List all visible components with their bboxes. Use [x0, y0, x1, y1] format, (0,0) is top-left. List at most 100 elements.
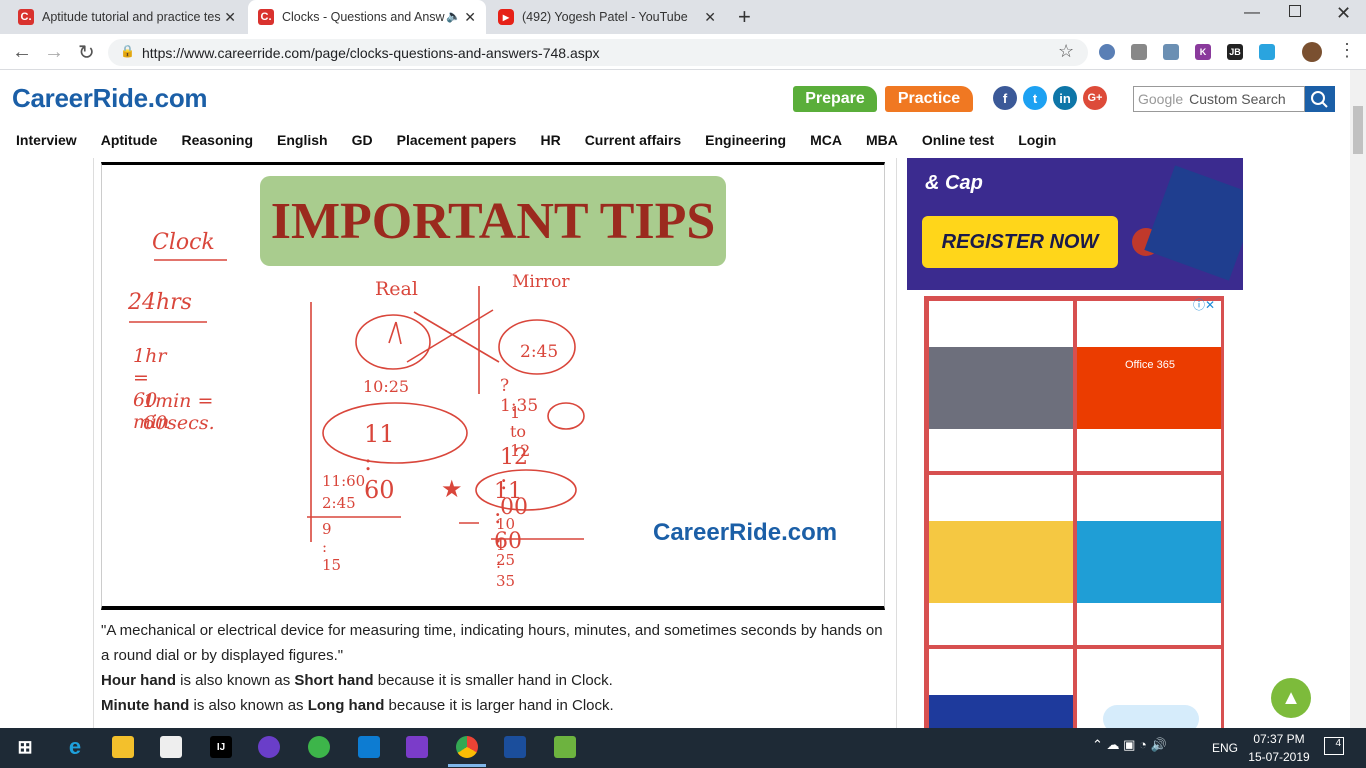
search-button[interactable]	[1305, 86, 1335, 112]
tab-clocks[interactable]: C. Clocks - Questions and Answ 🔈 ✕	[248, 0, 486, 34]
google-label: Google	[1138, 91, 1184, 107]
notification-center-icon[interactable]: 4	[1324, 737, 1344, 755]
nav-item-gd[interactable]: GD	[352, 132, 373, 148]
nav-item-reasoning[interactable]: Reasoning	[181, 132, 253, 148]
bold-term: Short hand	[294, 672, 374, 689]
scrollbar-thumb[interactable]	[1353, 106, 1363, 154]
firefox-icon[interactable]	[258, 736, 280, 758]
intellij-icon[interactable]: IJ	[210, 736, 232, 758]
line-text: because it is larger hand in Clock.	[384, 697, 614, 714]
bold-term: Long hand	[307, 697, 385, 714]
nav-item-online-test[interactable]: Online test	[922, 132, 994, 148]
speaker-icon[interactable]: 🔈	[446, 9, 461, 23]
search-input[interactable]: Google Custom Search	[1133, 86, 1305, 112]
active-app-indicator	[448, 764, 486, 767]
vscode-icon[interactable]	[358, 736, 380, 758]
nav-item-engineering[interactable]: Engineering	[705, 132, 786, 148]
google-plus-icon[interactable]: G+	[1083, 86, 1107, 110]
ad-tile[interactable]	[927, 647, 1075, 731]
twitter-icon[interactable]: t	[1023, 86, 1047, 110]
extension-icon[interactable]	[1163, 44, 1179, 60]
virtualbox-icon[interactable]	[554, 736, 576, 758]
extension-icon[interactable]	[1131, 44, 1147, 60]
file-explorer-icon[interactable]	[112, 736, 134, 758]
lock-icon: 🔒	[120, 44, 135, 58]
ad-image	[929, 695, 1073, 731]
extension-icon[interactable]	[1099, 44, 1115, 60]
search-placeholder: Custom Search	[1189, 91, 1286, 107]
nav-item-login[interactable]: Login	[1018, 132, 1056, 148]
close-window-icon[interactable]: ✕	[1336, 3, 1351, 24]
ad-banner[interactable]: & Cap REGISTER NOW	[907, 158, 1243, 290]
bold-term: Minute hand	[101, 697, 190, 714]
main-nav: Interview Aptitude Reasoning English GD …	[0, 126, 1350, 154]
address-bar[interactable]: 🔒 https://www.careerride.com/page/clocks…	[108, 39, 1088, 66]
minute-hand-line: Minute hand is also known as Long hand b…	[101, 693, 885, 718]
nav-item-mba[interactable]: MBA	[866, 132, 898, 148]
careerride-favicon-icon: C.	[18, 9, 34, 25]
linkedin-icon[interactable]: in	[1053, 86, 1077, 110]
register-now-button[interactable]: REGISTER NOW	[922, 216, 1118, 268]
ad-tile[interactable]: Office 365	[1075, 299, 1223, 473]
minimize-icon[interactable]: —	[1244, 4, 1260, 22]
clock-time[interactable]: 07:37 PM	[1249, 732, 1309, 746]
avatar[interactable]	[1302, 42, 1322, 62]
hour-hand-line: Hour hand is also known as Short hand be…	[101, 668, 885, 693]
careerride-favicon-icon: C.	[258, 9, 274, 25]
new-tab-icon[interactable]: +	[738, 4, 751, 30]
clock-date[interactable]: 15-07-2019	[1245, 750, 1313, 764]
mail-icon[interactable]	[160, 736, 182, 758]
nav-item-mca[interactable]: MCA	[810, 132, 842, 148]
nav-item-aptitude[interactable]: Aptitude	[101, 132, 158, 148]
line-text: is also known as	[189, 697, 308, 714]
close-tab-icon[interactable]: ✕	[464, 9, 476, 26]
office-365-label: Office 365	[1125, 359, 1175, 371]
nav-item-placement-papers[interactable]: Placement papers	[397, 132, 517, 148]
powershell-icon[interactable]	[504, 736, 526, 758]
nav-item-english[interactable]: English	[277, 132, 328, 148]
chrome-icon[interactable]	[456, 736, 478, 758]
extension-icon[interactable]: JB	[1227, 44, 1243, 60]
forward-icon[interactable]: →	[44, 41, 64, 64]
bookmark-star-icon[interactable]: ☆	[1058, 41, 1074, 62]
ad-image	[929, 347, 1073, 429]
close-tab-icon[interactable]: ✕	[224, 9, 236, 26]
ad-tile[interactable]	[927, 473, 1075, 647]
ad-banner-text: & Cap	[925, 172, 983, 194]
maximize-icon[interactable]	[1289, 5, 1301, 17]
url-text: https://www.careerride.com/page/clocks-q…	[142, 44, 600, 61]
line-text: is also known as	[176, 672, 295, 689]
nav-item-interview[interactable]: Interview	[16, 132, 77, 148]
image-watermark: CareerRide.com	[653, 519, 838, 546]
prepare-button[interactable]: Prepare	[793, 86, 877, 112]
menu-kebab-icon[interactable]: ⋮	[1338, 40, 1356, 61]
ad-tile[interactable]	[927, 299, 1075, 473]
edge-icon[interactable]: e	[64, 734, 86, 759]
ad-tile[interactable]	[1075, 473, 1223, 647]
scroll-to-top-button[interactable]: ▲	[1271, 678, 1311, 718]
ad-image: Office 365	[1077, 347, 1221, 429]
windows-start-icon[interactable]: ⊞	[14, 736, 36, 758]
tab-title: Aptitude tutorial and practice tes	[42, 10, 221, 24]
site-logo[interactable]: CareerRide.com	[12, 83, 208, 114]
back-icon[interactable]: ←	[12, 41, 32, 64]
ad-info-icon[interactable]: ⓘ✕	[1193, 296, 1215, 313]
visual-studio-icon[interactable]	[406, 736, 428, 758]
whatsapp-icon[interactable]	[308, 736, 330, 758]
bold-term: Hour hand	[101, 672, 176, 689]
extension-icon[interactable]	[1259, 44, 1275, 60]
close-tab-icon[interactable]: ✕	[704, 9, 716, 26]
practice-button[interactable]: Practice	[885, 86, 973, 112]
ad-tile[interactable]	[1075, 647, 1223, 733]
facebook-icon[interactable]: f	[993, 86, 1017, 110]
tab-aptitude[interactable]: C. Aptitude tutorial and practice tes ✕	[8, 0, 246, 34]
youtube-icon: ▶	[498, 9, 514, 25]
nav-item-current-affairs[interactable]: Current affairs	[585, 132, 681, 148]
nav-item-hr[interactable]: HR	[540, 132, 560, 148]
extension-icon[interactable]: K	[1195, 44, 1211, 60]
tray-icons[interactable]: ⌃ ☁ ▣ ◔ 🔊	[1092, 737, 1167, 753]
language-indicator[interactable]: ENG	[1212, 741, 1238, 755]
reload-icon[interactable]: ↻	[78, 40, 95, 65]
tab-youtube[interactable]: ▶ (492) Yogesh Patel - YouTube ✕	[488, 0, 726, 34]
scrollbar[interactable]	[1350, 70, 1366, 728]
